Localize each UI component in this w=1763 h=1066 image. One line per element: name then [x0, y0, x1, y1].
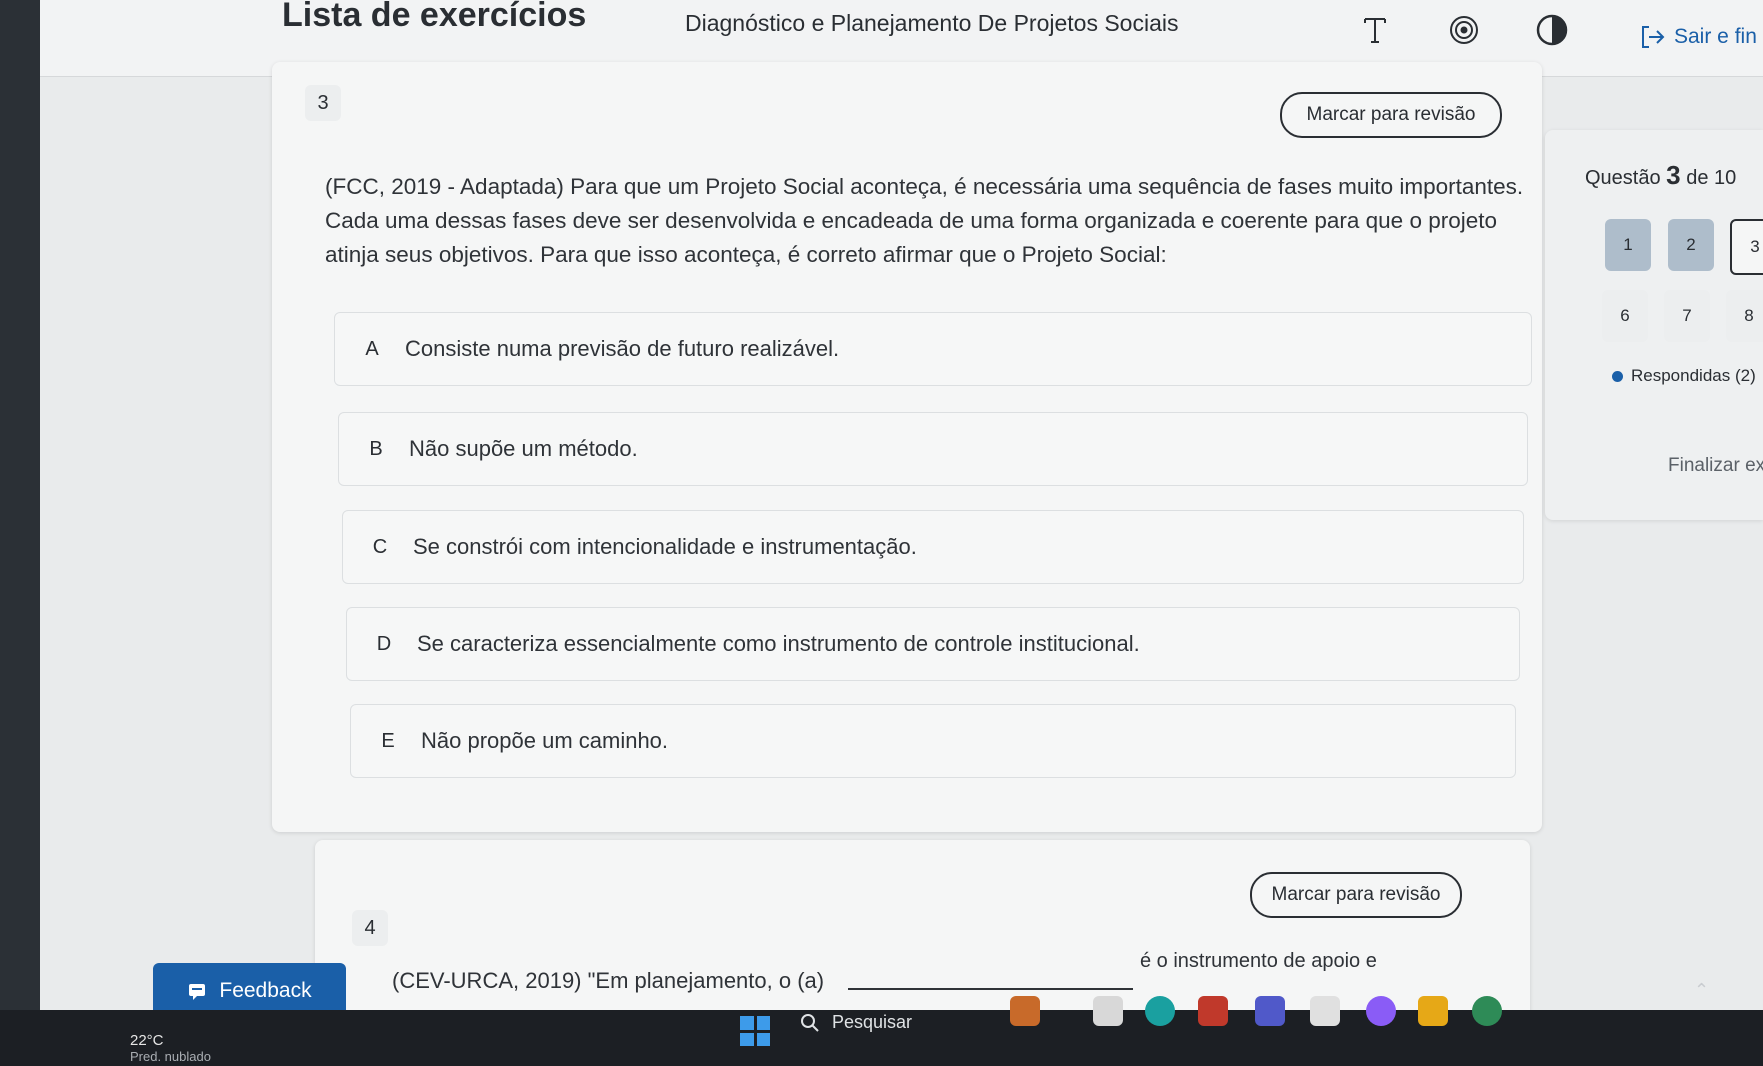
question-4-text: (CEV-URCA, 2019) "Em planejamento, o (a): [392, 968, 825, 993]
chevron-up-icon[interactable]: ⌃: [1694, 980, 1709, 1001]
exit-icon: [1642, 26, 1665, 48]
question-number: 3: [305, 85, 341, 121]
option-text: Se caracteriza essencialmente como instr…: [417, 631, 1140, 656]
counter-prefix: Questão: [1585, 167, 1661, 189]
feedback-label: Feedback: [219, 979, 312, 1002]
course-title: Diagnóstico e Planejamento De Projetos S…: [685, 10, 1179, 36]
answered-label: Respondidas (2): [1631, 366, 1756, 385]
windows-start-icon[interactable]: [740, 1016, 770, 1046]
option-text: Se constrói com intencionalidade e instr…: [413, 534, 917, 559]
option-text: Não supõe um método.: [409, 436, 638, 461]
option-c[interactable]: C Se constrói com intencionalidade e ins…: [342, 510, 1524, 584]
question-4-text-end: é o instrumento de apoio e: [1140, 950, 1377, 972]
nav-question-8[interactable]: 8: [1726, 290, 1763, 342]
taskbar-search[interactable]: Pesquisar: [800, 1012, 912, 1033]
option-letter: A: [365, 337, 379, 360]
xbox-icon[interactable]: [1472, 996, 1502, 1026]
target-icon[interactable]: [1446, 12, 1482, 48]
search-label: Pesquisar: [832, 1012, 913, 1032]
exit-button[interactable]: Sair e fin: [1640, 24, 1757, 50]
copilot-icon[interactable]: [1366, 996, 1396, 1026]
option-text: Consiste numa previsão de futuro realizá…: [405, 336, 840, 361]
security-app-icon[interactable]: [1198, 996, 1228, 1026]
finish-button[interactable]: Finalizar exerc: [1668, 455, 1763, 477]
answered-legend: Respondidas (2): [1612, 366, 1756, 386]
app-title: Lista de exercícios: [282, 0, 587, 34]
nav-question-1[interactable]: 1: [1605, 219, 1651, 271]
temperature: 22°C: [130, 1032, 164, 1049]
task-view-icon[interactable]: [1093, 996, 1123, 1026]
option-a[interactable]: A Consiste numa previsão de futuro reali…: [334, 312, 1532, 386]
nav-question-6[interactable]: 6: [1602, 290, 1648, 342]
question-counter: Questão 3 de 10: [1585, 160, 1736, 191]
store-icon[interactable]: [1310, 996, 1340, 1026]
counter-suffix: de 10: [1686, 167, 1737, 189]
nav-question-2[interactable]: 2: [1668, 219, 1714, 271]
nav-question-3[interactable]: 3: [1730, 219, 1763, 275]
weather-description: Pred. nublado: [130, 1049, 211, 1064]
option-e[interactable]: E Não propõe um caminho.: [350, 704, 1516, 778]
nav-question-7[interactable]: 7: [1664, 290, 1710, 342]
exit-label: Sair e fin: [1674, 25, 1757, 48]
question-4-blank: [848, 988, 1133, 990]
widgets-icon[interactable]: [1010, 996, 1040, 1026]
teams-icon[interactable]: [1255, 996, 1285, 1026]
answered-dot-icon: [1612, 370, 1623, 382]
option-letter: D: [376, 632, 392, 655]
option-letter: E: [381, 729, 395, 752]
edge-browser-icon[interactable]: [1145, 996, 1175, 1026]
option-b[interactable]: B Não supõe um método.: [338, 412, 1528, 486]
option-d[interactable]: D Se caracteriza essencialmente como ins…: [346, 607, 1520, 681]
search-icon: [801, 1013, 819, 1032]
option-letter: B: [369, 437, 383, 460]
feedback-icon: [189, 984, 206, 1000]
file-explorer-icon[interactable]: [1418, 996, 1448, 1026]
question-number-4: 4: [352, 910, 388, 946]
browser-viewport: Lista de exercícios Diagnóstico e Planej…: [40, 0, 1763, 1010]
text-size-icon[interactable]: [1357, 12, 1393, 48]
contrast-icon[interactable]: [1534, 12, 1570, 48]
mark-for-review-button-4[interactable]: Marcar para revisão: [1250, 872, 1462, 918]
weather-widget[interactable]: 22°C Pred. nublado: [130, 1032, 211, 1064]
option-text: Não propõe um caminho.: [421, 728, 669, 753]
question-text: (FCC, 2019 - Adaptada) Para que um Proje…: [325, 174, 1524, 267]
mark-for-review-button[interactable]: Marcar para revisão: [1280, 92, 1502, 138]
counter-current: 3: [1666, 160, 1681, 190]
option-letter: C: [372, 535, 388, 558]
